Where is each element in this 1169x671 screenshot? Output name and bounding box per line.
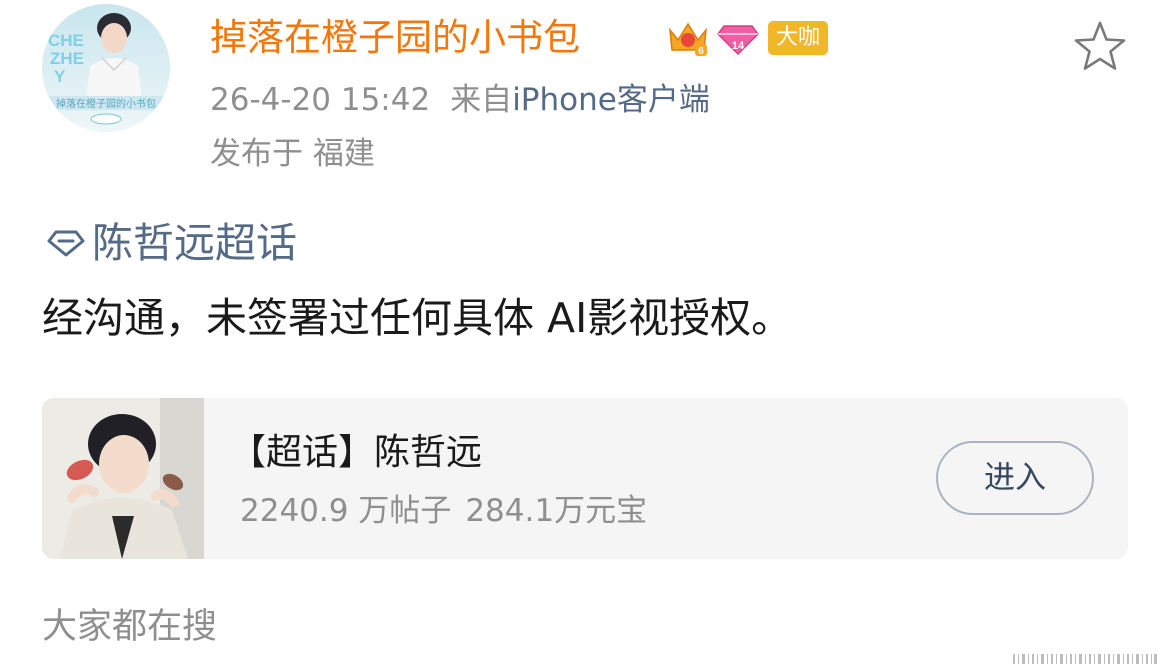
card-stats: 2240.9 万帖子 284.1万元宝: [240, 488, 647, 534]
avatar-text-1: CHE: [48, 31, 84, 50]
avatar-text-2: ZHE: [50, 49, 84, 68]
avatar[interactable]: CHE ZHE Y 掉落在橙子园的小书包: [42, 4, 170, 132]
diamond-badge-number: 14: [732, 40, 745, 52]
weibo-post-page: CHE ZHE Y 掉落在橙子园的小书包 掉落在橙子园的小书包 6 14 大咖: [0, 0, 1169, 671]
crown-level-number: 6: [698, 46, 704, 57]
card-post-count: 2240.9 万帖子: [240, 493, 452, 529]
author-badges: 6 14 大咖: [666, 18, 829, 58]
supertopic-diamond-icon: [47, 230, 85, 257]
vip-tag-badge[interactable]: 大咖: [768, 21, 829, 55]
avatar-text-3: Y: [54, 67, 66, 86]
barcode-watermark-icon: [1013, 654, 1157, 664]
post-date: 26-4-20 15:42: [210, 82, 431, 118]
trending-search-heading: 大家都在搜: [42, 607, 218, 647]
post-text: 经沟通，未签署过任何具体 AI影视授权。: [42, 294, 793, 342]
supertopic-link[interactable]: 陈哲远超话: [46, 214, 297, 272]
avatar-image: CHE ZHE Y 掉落在橙子园的小书包: [42, 4, 170, 132]
post-source-link[interactable]: iPhone客户端: [512, 82, 710, 118]
supertopic-card[interactable]: 【超话】陈哲远 2240.9 万帖子 284.1万元宝 进入: [42, 398, 1128, 559]
card-title: 【超话】陈哲远: [230, 432, 483, 473]
card-coin-count: 284.1万元宝: [465, 493, 648, 529]
enter-button[interactable]: 进入: [936, 441, 1094, 515]
diamond-badge-icon[interactable]: 14: [716, 18, 760, 58]
star-icon[interactable]: [1072, 20, 1128, 72]
portrait-thumbnail: [42, 398, 204, 559]
avatar-caption: 掉落在橙子园的小书包: [56, 97, 156, 110]
post-meta: 26-4-20 15:42 来自iPhone客户端: [210, 76, 710, 124]
author-name[interactable]: 掉落在橙子园的小书包: [210, 12, 580, 64]
supertopic-label: 陈哲远超话: [92, 219, 297, 267]
crown-level-badge-icon[interactable]: 6: [666, 18, 710, 58]
post-source-prefix: 来自: [450, 82, 513, 118]
card-thumbnail: [42, 398, 204, 559]
post-location: 发布于 福建: [210, 136, 375, 172]
